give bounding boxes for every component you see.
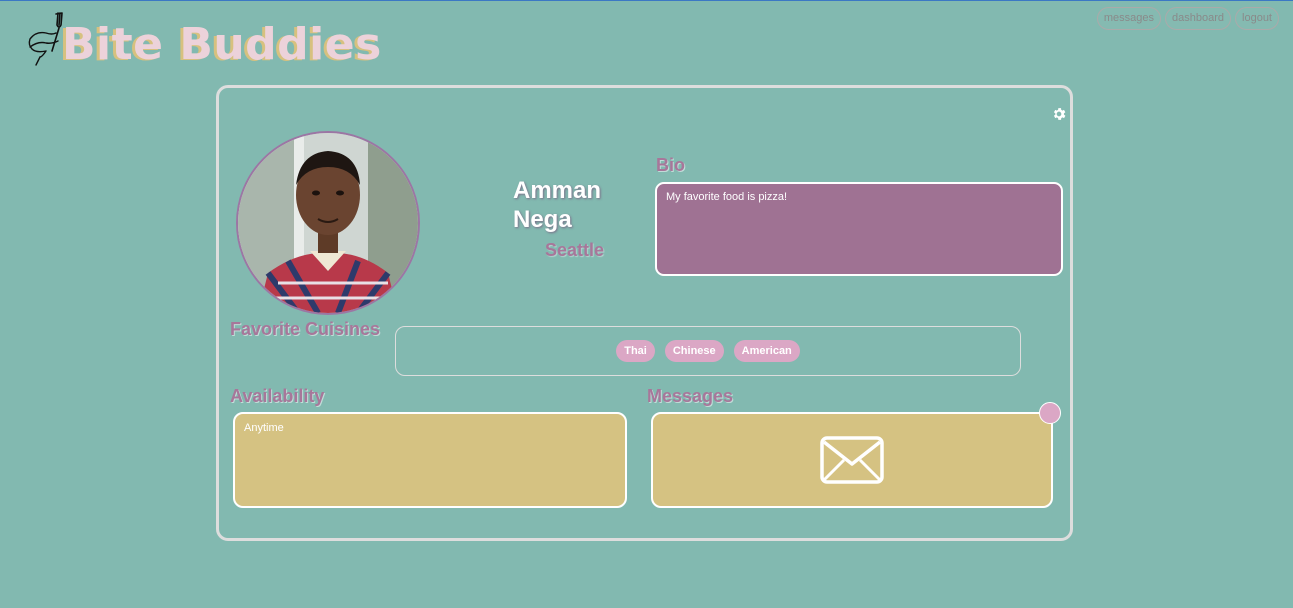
envelope-icon bbox=[820, 436, 884, 484]
top-nav: messages dashboard logout bbox=[1096, 7, 1279, 30]
gear-icon[interactable] bbox=[1051, 106, 1067, 122]
messages-button[interactable] bbox=[651, 412, 1053, 508]
profile-name: Amman Nega bbox=[513, 177, 602, 233]
cuisine-list: Thai Chinese American bbox=[395, 326, 1021, 376]
cuisine-chip: American bbox=[733, 340, 800, 362]
cuisines-heading: Favorite Cuisines bbox=[230, 319, 381, 339]
notification-dot bbox=[1039, 402, 1061, 424]
bio-heading: Bio bbox=[656, 155, 685, 175]
app-title: Bite Buddies bbox=[62, 19, 382, 70]
availability-text: Anytime bbox=[233, 412, 627, 508]
profile-photo bbox=[238, 133, 418, 313]
cuisine-chip: Thai bbox=[616, 340, 655, 362]
avatar bbox=[236, 131, 420, 315]
messages-heading: Messages bbox=[647, 386, 734, 406]
profile-city: Seattle bbox=[545, 240, 605, 260]
nav-logout-button[interactable]: logout bbox=[1235, 7, 1279, 30]
bio-text: My favorite food is pizza! bbox=[655, 182, 1063, 276]
nav-messages-button[interactable]: messages bbox=[1096, 7, 1162, 30]
profile-card: Amman Nega Seattle Bio My favorite food … bbox=[216, 85, 1073, 541]
nav-dashboard-button[interactable]: dashboard bbox=[1165, 7, 1232, 30]
cuisine-chip: Chinese bbox=[664, 340, 724, 362]
availability-heading: Availability bbox=[230, 386, 325, 406]
